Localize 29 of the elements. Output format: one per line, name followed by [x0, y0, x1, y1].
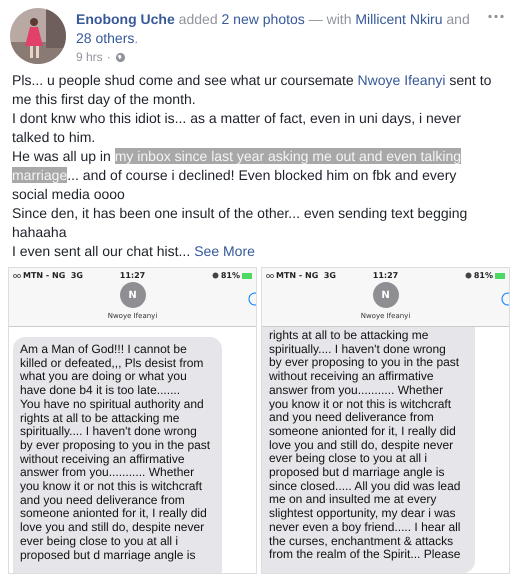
contact-avatar: N	[372, 282, 398, 308]
others-link[interactable]: 28 others	[76, 30, 134, 46]
battery-text: 81%	[474, 271, 493, 280]
post-paragraph: Since den, it has been one insult of the other... even sending text begging hahaaha	[12, 204, 468, 242]
message-screenshot[interactable]	[8, 267, 257, 574]
see-more-link[interactable]: See More	[194, 243, 255, 259]
message-bubble: rights at all to be attacking me spiritually.... I haven't done wrong by ever proposing to you in the past without receiving an affirmative answer from you........... Whether you know it or not this is witchcraft and you need deliverance from someone anionted for it, I really did love you and still do, despite never ever being close to you at all i proposed but d marriage angle is since closed..... All you did was lead me on and insulted me at every slightest opportunity, my dear i was never even a boy friend..... I hear all the curses, enchantment & attacks from the realm of the Spirit... Please	[262, 327, 475, 573]
tagged-link[interactable]: Millicent Nkiru	[355, 11, 442, 27]
signal-icon	[13, 274, 21, 278]
signal-icon	[266, 274, 274, 278]
more-options-icon[interactable]	[488, 14, 504, 19]
carrier-text: MTN - NG 3G	[23, 271, 83, 280]
profile-link[interactable]: Nwoye Ifeanyi	[358, 72, 446, 88]
battery-icon	[242, 272, 252, 278]
post-paragraph: I dont knw who this idiot is... as a matter of fact, even in uni days, i never talked to him.	[12, 109, 462, 147]
author-link[interactable]: Enobong Uche	[76, 11, 175, 27]
battery-icon	[495, 272, 505, 278]
carrier-text: MTN - NG 3G	[276, 271, 336, 280]
message-bubble: Am a Man of God!!! I cannot be killed or defeated,,, Pls desist from what you are doing or what you have done b4 it is too late....... You have no spiritual authority and rights at all to be attacking me spiritually.... I haven't done wrong by ever proposing to you in the past without receiving an affirmative answer from you........... Whether you know it or not this is witchcraft and you need deliverance from someone anionted for it, I really did love you and still do, despite never ever being close to you at all i proposed but d marriage angle is	[13, 337, 222, 573]
clock-text: 11:27	[372, 271, 398, 280]
contact-avatar: N	[120, 282, 146, 308]
battery-text: 81%	[220, 271, 240, 280]
post-paragraph: I even sent all our chat hist... See More	[12, 242, 256, 261]
post-paragraph: Pls... u people shud come and see what ur coursemate Nwoye Ifeanyi sent to me this first day of the month.	[12, 71, 492, 109]
post-headline: Enobong Uche added 2 new photos — with Millicent Nkiru and 28 others.	[76, 10, 471, 48]
separator-dot: ·	[106, 50, 111, 64]
clock-text: 11:27	[120, 271, 146, 280]
photos-link[interactable]: 2 new photos	[222, 11, 305, 27]
message-screenshot[interactable]	[261, 267, 510, 574]
